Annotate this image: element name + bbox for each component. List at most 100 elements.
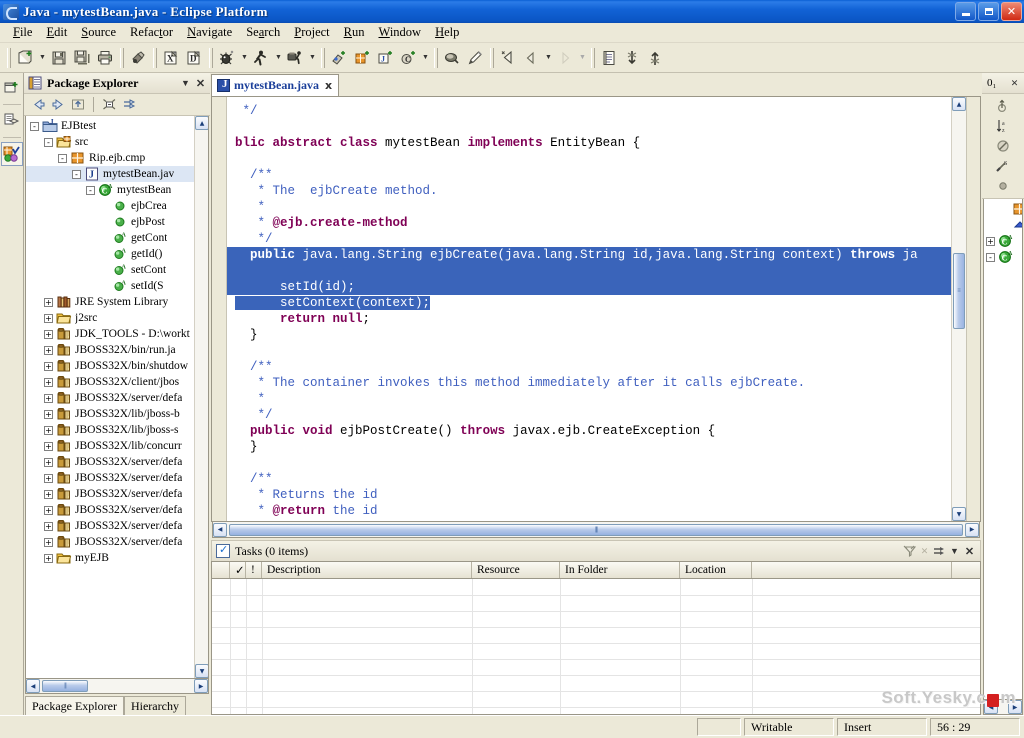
toolbar-grip-5[interactable] [434, 48, 438, 68]
tasks-column-header-resource[interactable]: Resource [472, 562, 560, 578]
package-explorer-tree[interactable]: -JEJBtest-src-Rip.ejb.cmp-JmytestBean.ja… [26, 116, 194, 678]
menu-search[interactable]: Search [239, 24, 287, 41]
expand-icon[interactable]: + [44, 378, 53, 387]
new-java-project-icon[interactable] [328, 47, 351, 69]
package-explorer-vertical-scrollbar[interactable]: ▲ ▼ [194, 116, 208, 678]
save-icon[interactable] [48, 47, 71, 69]
tree-item[interactable]: ejbCrea [26, 198, 194, 214]
tree-item[interactable]: AsetCont [26, 262, 194, 278]
menu-file[interactable]: File [6, 24, 39, 41]
code-line[interactable]: /** [227, 167, 951, 183]
outline-tree-item[interactable]: -CA [984, 249, 1022, 265]
tree-item[interactable]: +JBOSS32X/server/defa [26, 502, 194, 518]
tree-item[interactable]: +JBOSS32X/server/defa [26, 390, 194, 406]
hide-nonpublic-icon[interactable] [993, 176, 1013, 196]
open-type-icon[interactable] [598, 47, 621, 69]
scroll-down-arrow-icon[interactable]: ▼ [195, 664, 209, 678]
tree-item[interactable]: +JBOSS32X/client/jbos [26, 374, 194, 390]
code-line[interactable]: * @ejb.create-method [227, 215, 951, 231]
expand-icon[interactable]: + [44, 346, 53, 355]
editor-horizontal-scrollbar[interactable]: ◀ |||| ▶ [212, 522, 980, 538]
editor-tab-mytestbean[interactable]: mytestBean.java x [211, 74, 339, 96]
tree-item[interactable]: ejbPost [26, 214, 194, 230]
menu-source[interactable]: Source [74, 24, 123, 41]
tree-item[interactable]: +JBOSS32X/server/defa [26, 454, 194, 470]
expand-icon[interactable]: + [44, 522, 53, 531]
editor-scroll-down-icon[interactable]: ▼ [952, 507, 966, 521]
tasks-column-header[interactable] [212, 562, 230, 578]
code-line[interactable]: */ [227, 231, 951, 247]
editor-scroll-up-icon[interactable]: ▲ [952, 97, 966, 111]
tree-item[interactable]: +JBOSS32X/server/defa [26, 470, 194, 486]
new-wizard-icon[interactable] [14, 47, 37, 69]
tasks-column-header-![interactable]: ! [246, 562, 262, 578]
close-button[interactable]: ✕ [1001, 2, 1022, 21]
tree-item[interactable]: +JBOSS32X/lib/concurr [26, 438, 194, 454]
code-line[interactable]: /** [227, 471, 951, 487]
code-line[interactable]: */ [227, 103, 951, 119]
code-line[interactable] [227, 119, 951, 135]
up-arrow-icon[interactable] [68, 95, 88, 114]
tree-item[interactable]: -JmytestBean.jav [26, 166, 194, 182]
external-tools-dropdown-chevron-down-icon[interactable]: ▼ [307, 47, 318, 69]
tree-item[interactable]: -src [26, 134, 194, 150]
code-line[interactable]: * @return the id [227, 503, 951, 519]
filter-icon[interactable] [902, 544, 917, 559]
editor-hscroll-thumb[interactable]: |||| [229, 524, 963, 536]
forward-arrow-icon[interactable] [48, 95, 68, 114]
code-editor[interactable]: */ blic abstract class mytestBean implem… [227, 97, 951, 521]
tasks-view-menu-chevron-down-icon[interactable]: ▼ [947, 544, 962, 559]
expand-icon[interactable]: + [44, 426, 53, 435]
tasks-column-header-location[interactable]: Location [680, 562, 752, 578]
code-line[interactable]: * The ejbCreate method. [227, 183, 951, 199]
tree-item[interactable]: AgetId() [26, 246, 194, 262]
tasks-column-header-description[interactable]: Description [262, 562, 472, 578]
delete-task-icon[interactable]: ✕ [917, 544, 932, 559]
tasks-column-header-✓[interactable]: ✓ [230, 562, 246, 578]
menu-refactor[interactable]: Refactor [123, 24, 180, 41]
tree-item[interactable]: +JBOSS32X/lib/jboss-b [26, 406, 194, 422]
tree-item[interactable]: +JBOSS32X/lib/jboss-s [26, 422, 194, 438]
run-dropdown-chevron-down-icon[interactable]: ▼ [273, 47, 284, 69]
code-line[interactable]: } [227, 439, 951, 455]
back-icon[interactable] [520, 47, 543, 69]
forward-dropdown-chevron-down-icon[interactable]: ▼ [577, 47, 588, 69]
back-dropdown-chevron-down-icon[interactable]: ▼ [543, 47, 554, 69]
tree-item[interactable]: -Rip.ejb.cmp [26, 150, 194, 166]
package-explorer-horizontal-scrollbar[interactable]: ◀ ||| ▶ [25, 679, 209, 694]
code-line[interactable] [227, 263, 951, 279]
expand-icon[interactable]: + [44, 458, 53, 467]
editor-overview-ruler[interactable] [966, 97, 980, 521]
expand-icon[interactable]: + [44, 394, 53, 403]
tasks-column-header[interactable] [752, 562, 952, 578]
collapse-icon[interactable]: - [86, 186, 95, 195]
outline-tree-item[interactable]: +CA [984, 233, 1022, 249]
expand-icon[interactable]: + [44, 314, 53, 323]
bottom-tab-hierarchy[interactable]: Hierarchy [124, 696, 186, 715]
new-class-icon[interactable]: J [374, 47, 397, 69]
toolbar-grip-0[interactable] [7, 48, 11, 68]
editor-marker-bar[interactable] [212, 97, 227, 521]
external-tools-icon[interactable] [284, 47, 307, 69]
editor-tab-close-icon[interactable]: x [323, 79, 334, 92]
code-line[interactable]: * [227, 391, 951, 407]
tasks-close-icon[interactable]: ✕ [962, 544, 977, 559]
expand-icon[interactable]: + [44, 330, 53, 339]
code-line[interactable]: /** [227, 359, 951, 375]
collapse-icon[interactable]: - [986, 253, 995, 262]
scroll-up-arrow-icon[interactable]: ▲ [195, 116, 209, 130]
package-explorer-close-icon[interactable]: ✕ [193, 76, 208, 91]
editor-vscroll-thumb[interactable]: ≡ [953, 253, 965, 329]
forward-icon[interactable] [554, 47, 577, 69]
menu-project[interactable]: Project [287, 24, 336, 41]
toolbar-grip-2[interactable] [153, 48, 157, 68]
tree-item[interactable]: -CAmytestBean [26, 182, 194, 198]
toolbar-grip-3[interactable] [209, 48, 213, 68]
collapse-icon[interactable]: - [72, 170, 81, 179]
code-line[interactable]: } [227, 327, 951, 343]
minimize-button[interactable] [955, 2, 976, 21]
tree-item[interactable]: AgetCont [26, 230, 194, 246]
export-xdoclet-icon[interactable]: X [160, 47, 183, 69]
hscroll-thumb[interactable]: ||| [42, 680, 88, 692]
pencil-icon[interactable] [464, 47, 487, 69]
